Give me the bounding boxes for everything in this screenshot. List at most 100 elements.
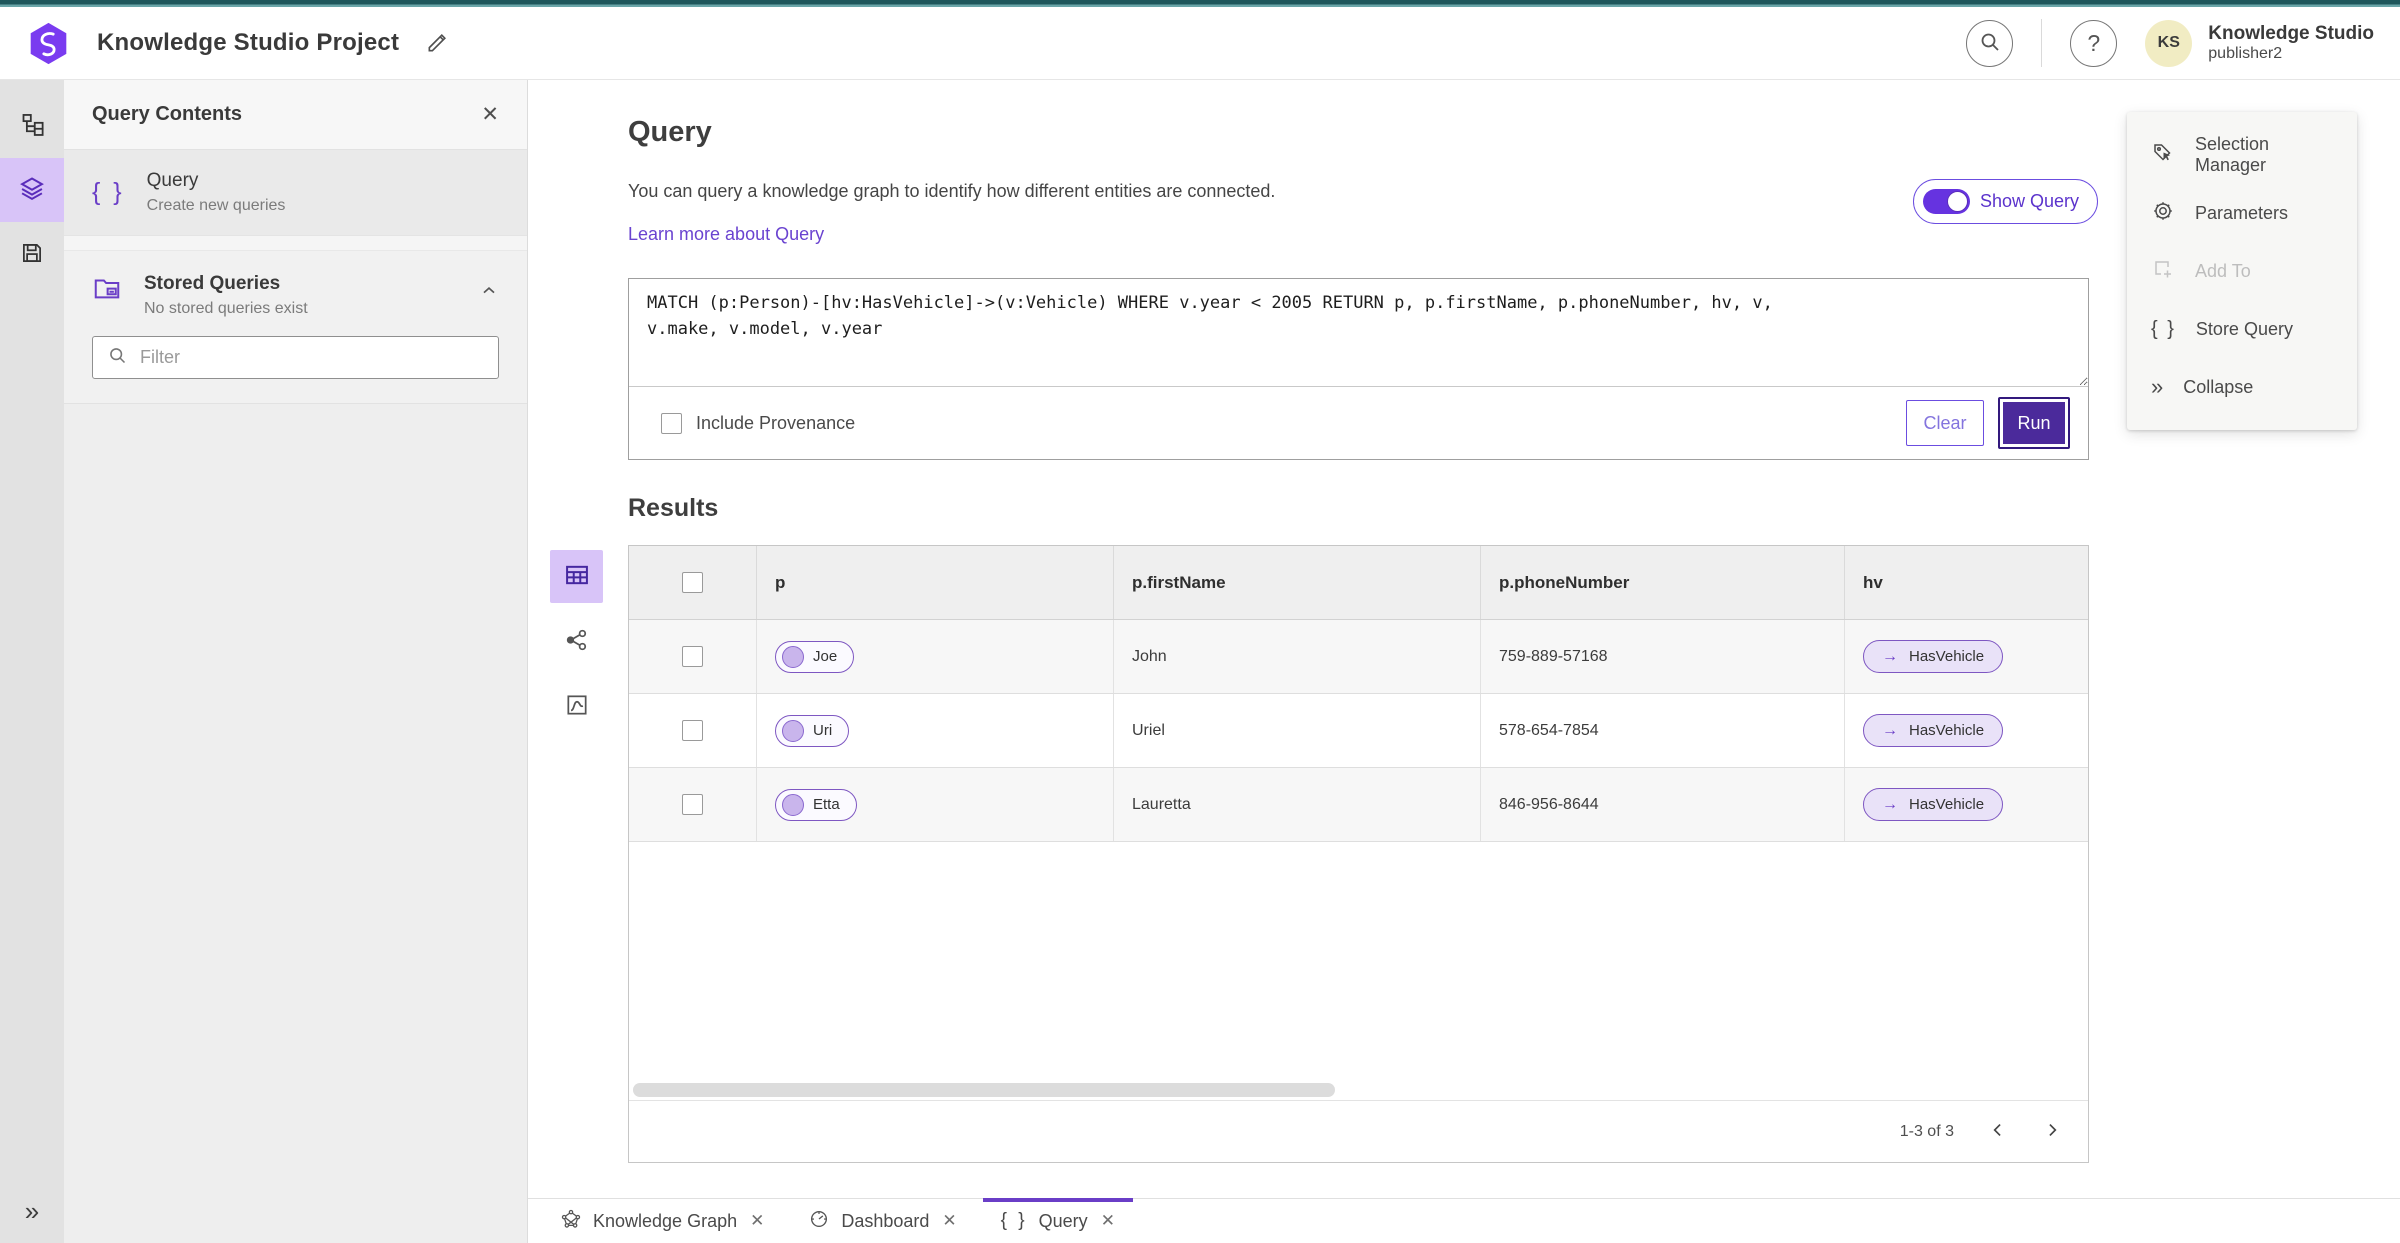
rail-item-save[interactable] <box>0 222 64 286</box>
help-button[interactable]: ? <box>2070 19 2118 67</box>
clear-button[interactable]: Clear <box>1906 400 1984 446</box>
entity-node-icon <box>782 793 804 816</box>
main-column: Query You can query a knowledge graph to… <box>528 80 2400 1243</box>
show-query-toggle[interactable]: Show Query <box>1913 179 2099 224</box>
panel-title: Query Contents <box>92 103 243 125</box>
save-icon <box>19 240 45 269</box>
brand-top-strip <box>0 0 2400 7</box>
collapse-button[interactable]: » Collapse <box>2127 358 2357 416</box>
collapse-label: Collapse <box>2183 376 2254 397</box>
cell-hv: → HasVehicle <box>1845 768 2088 841</box>
cell-phonenumber: 578-654-7854 <box>1481 694 1845 767</box>
table-empty-area <box>629 842 2088 1080</box>
rail-expand-button[interactable]: » <box>0 1191 64 1231</box>
gear-icon <box>2151 199 2175 228</box>
rail-item-hierarchy[interactable] <box>0 94 64 158</box>
store-query-button[interactable]: { } Store Query <box>2127 300 2357 358</box>
page-title: Query <box>628 116 712 148</box>
cell-p: Etta <box>757 768 1114 841</box>
relationship-chip[interactable]: → HasVehicle <box>1863 640 2004 673</box>
toggle-switch-on[interactable] <box>1923 189 1970 214</box>
stored-queries-section[interactable]: Stored Queries No stored queries exist <box>64 251 527 324</box>
cell-firstname: John <box>1114 620 1481 693</box>
parameters-button[interactable]: Parameters <box>2127 184 2357 242</box>
avatar-initials: KS <box>2157 34 2180 51</box>
entity-node-icon <box>782 645 804 668</box>
column-header-firstname[interactable]: p.firstName <box>1114 546 1481 619</box>
horizontal-scrollbar <box>629 1080 2088 1100</box>
column-header-p[interactable]: p <box>757 546 1114 619</box>
panel-close-button[interactable]: ✕ <box>481 102 499 127</box>
relationship-chip[interactable]: → HasVehicle <box>1863 788 2004 821</box>
tab-knowledge-graph[interactable]: Knowledge Graph ✕ <box>542 1199 782 1243</box>
user-name: Knowledge Studio <box>2208 22 2374 44</box>
header-divider <box>2041 19 2043 67</box>
query-editor-panel: MATCH (p:Person)-[hv:HasVehicle]->(v:Veh… <box>628 278 2089 460</box>
folder-icon <box>92 273 122 308</box>
run-button[interactable]: Run <box>1998 397 2070 449</box>
cell-phonenumber: 846-956-8644 <box>1481 768 1845 841</box>
search-button[interactable] <box>1966 19 2014 67</box>
graph-view-button[interactable] <box>550 615 603 668</box>
share-graph-icon <box>564 627 590 656</box>
close-icon[interactable]: ✕ <box>1101 1211 1115 1231</box>
braces-icon: { } <box>2151 317 2176 340</box>
close-icon[interactable]: ✕ <box>942 1211 956 1231</box>
cell-firstname: Lauretta <box>1114 768 1481 841</box>
table-view-button[interactable] <box>550 550 603 603</box>
avatar[interactable]: KS <box>2145 19 2193 67</box>
relationship-chip-label: HasVehicle <box>1909 796 1985 813</box>
column-header-hv[interactable]: hv <box>1845 546 2088 619</box>
header-checkbox-cell <box>629 546 757 619</box>
entity-chip[interactable]: Etta <box>775 788 857 821</box>
close-icon[interactable]: ✕ <box>750 1211 764 1231</box>
query-controls-row: Include Provenance Clear Run <box>629 387 2088 459</box>
results-title: Results <box>628 494 719 522</box>
search-icon <box>107 345 128 371</box>
dashboard-gauge-icon <box>808 1208 830 1235</box>
sidebar-item-query[interactable]: { } Query Create new queries <box>64 150 527 236</box>
query-page: Query You can query a knowledge graph to… <box>528 80 2400 1198</box>
tab-dashboard[interactable]: Dashboard ✕ <box>790 1199 974 1243</box>
learn-more-link[interactable]: Learn more about Query <box>628 224 824 245</box>
scrollbar-thumb[interactable] <box>633 1083 1335 1097</box>
filter-container <box>64 324 527 404</box>
stored-queries-subtitle: No stored queries exist <box>144 300 308 317</box>
chart-view-button[interactable] <box>550 680 603 733</box>
panel-header: Query Contents ✕ <box>64 80 527 150</box>
stored-queries-collapse-button[interactable] <box>479 281 499 304</box>
layers-icon <box>18 175 46 206</box>
select-all-checkbox[interactable] <box>682 572 703 593</box>
panel-section-gap <box>64 236 527 251</box>
left-icon-rail: » <box>0 80 64 1243</box>
row-checkbox[interactable] <box>682 720 703 741</box>
cell-firstname: Uriel <box>1114 694 1481 767</box>
panel-empty-area <box>64 404 527 1243</box>
entity-chip[interactable]: Uri <box>775 714 850 747</box>
next-page-button[interactable] <box>2042 1120 2062 1143</box>
row-checkbox[interactable] <box>682 646 703 667</box>
previous-page-button[interactable] <box>1988 1120 2008 1143</box>
relationship-chip[interactable]: → HasVehicle <box>1863 714 2004 747</box>
row-checkbox[interactable] <box>682 794 703 815</box>
braces-icon: { } <box>1000 1210 1028 1231</box>
stored-queries-text: Stored Queries No stored queries exist <box>144 273 457 318</box>
cell-p: Uri <box>757 694 1114 767</box>
results-view-toolbar <box>550 550 603 733</box>
query-textarea[interactable]: MATCH (p:Person)-[hv:HasVehicle]->(v:Veh… <box>629 279 2088 387</box>
rail-item-queries[interactable] <box>0 158 64 222</box>
filter-input[interactable] <box>140 347 484 368</box>
add-to-label: Add To <box>2195 260 2251 281</box>
selection-manager-button[interactable]: Selection Manager <box>2127 126 2357 184</box>
include-provenance-checkbox[interactable] <box>661 412 682 434</box>
entity-chip[interactable]: Joe <box>775 640 855 673</box>
close-icon: ✕ <box>481 103 499 126</box>
column-header-phonenumber[interactable]: p.phoneNumber <box>1481 546 1845 619</box>
search-icon <box>1978 30 2002 57</box>
document-tab-bar: Knowledge Graph ✕ Dashboard ✕ { } Query … <box>528 1198 2400 1243</box>
tab-query[interactable]: { } Query ✕ <box>982 1198 1134 1243</box>
edit-project-name-button[interactable] <box>423 28 453 58</box>
query-contents-panel: Query Contents ✕ { } Query Create new qu… <box>64 80 528 1243</box>
cell-hv: → HasVehicle <box>1845 694 2088 767</box>
relationship-chip-label: HasVehicle <box>1909 648 1985 665</box>
